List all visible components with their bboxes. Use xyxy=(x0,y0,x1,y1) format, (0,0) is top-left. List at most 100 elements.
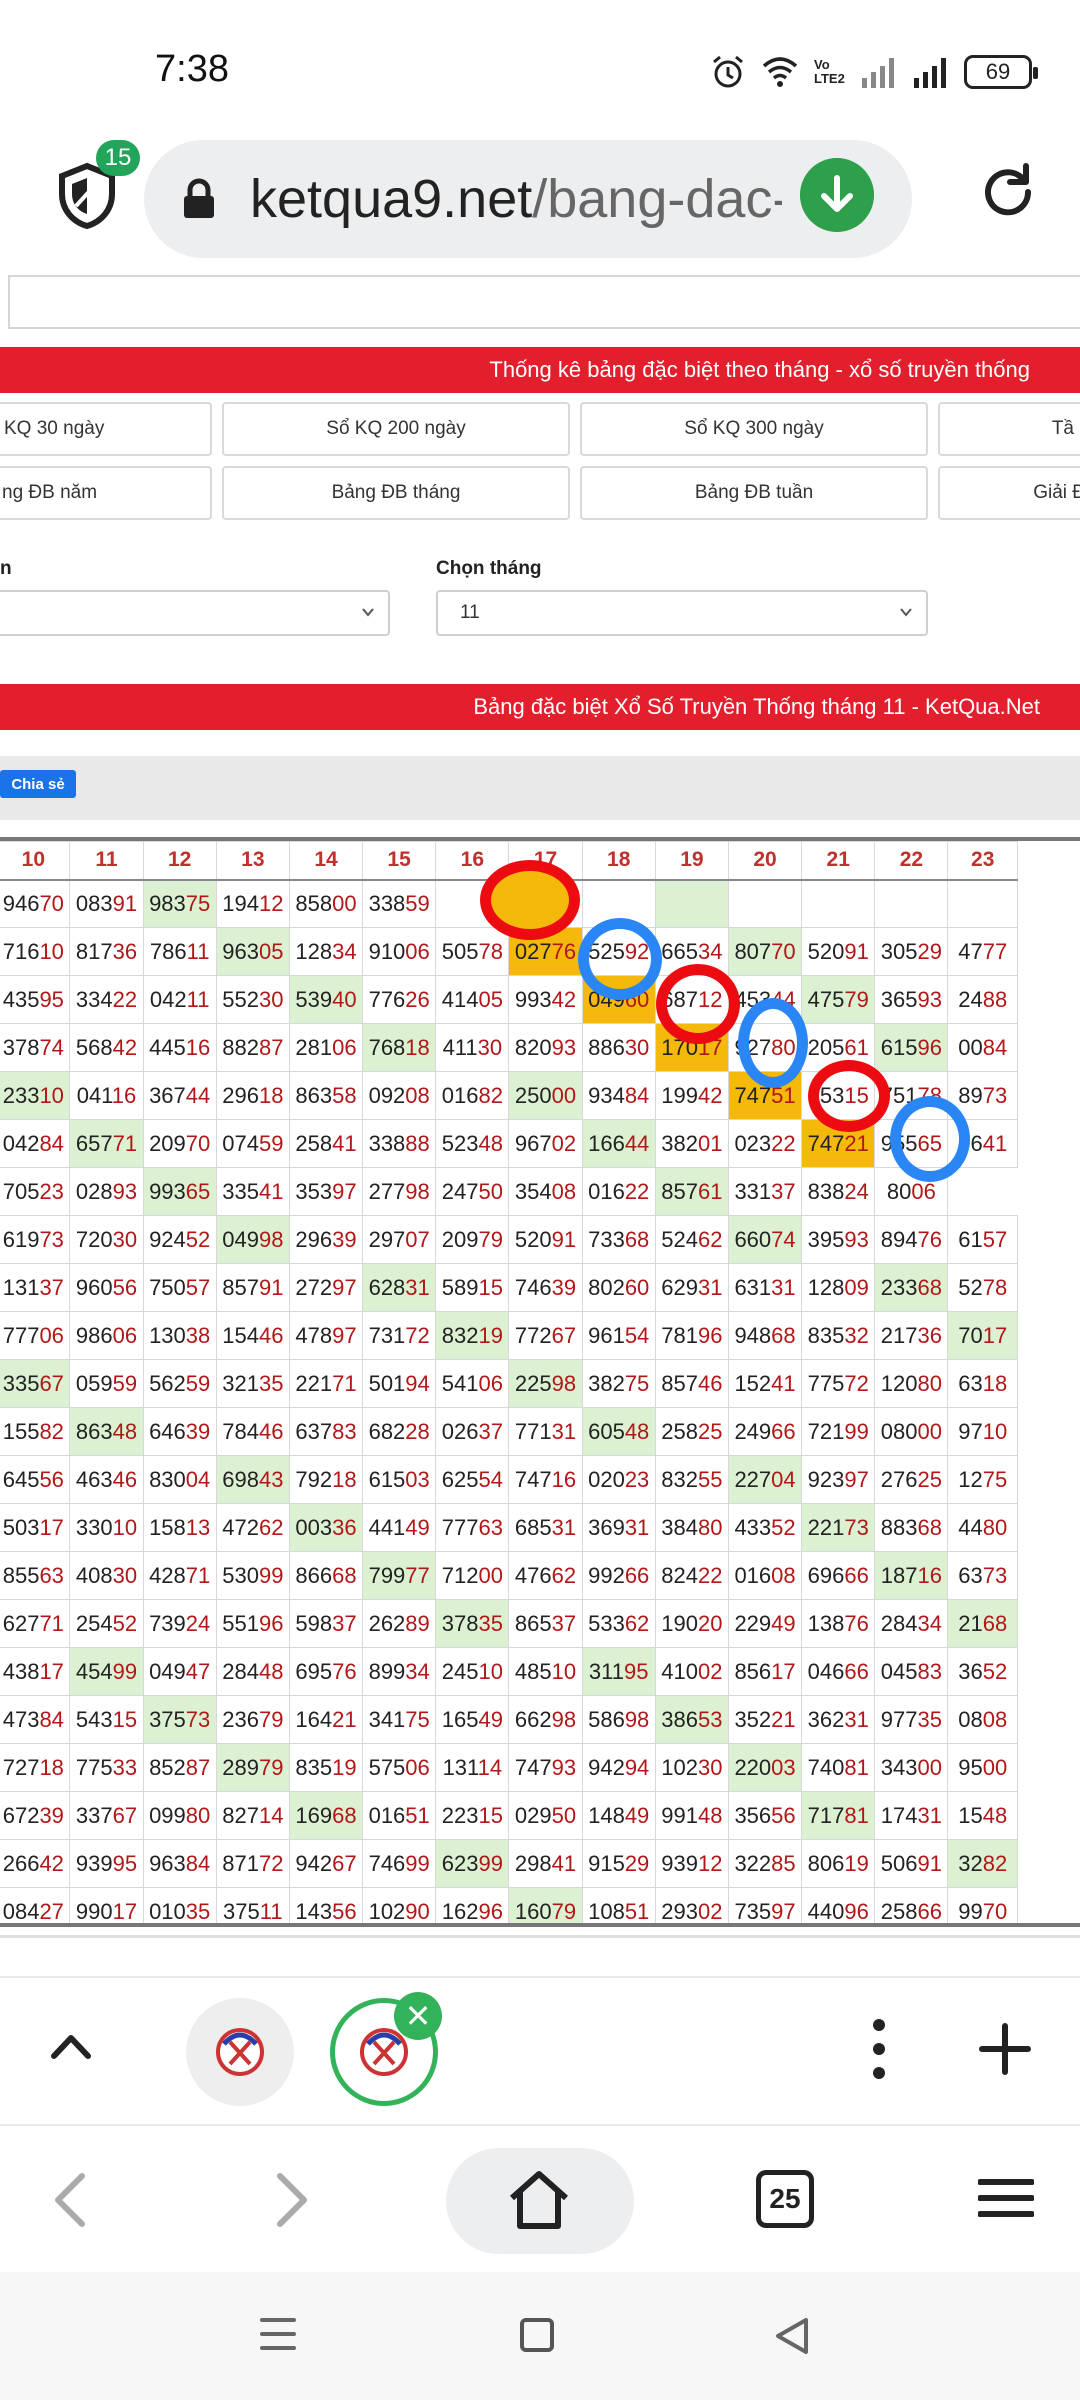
cell-head-digits: 627 xyxy=(2,1610,40,1636)
cell-head-digits: 739 xyxy=(149,1610,186,1636)
tab-thumbnail[interactable] xyxy=(186,1998,294,2106)
btn-kq-30[interactable]: KQ 30 ngày xyxy=(0,402,212,456)
table-cell: 01651 xyxy=(362,1791,437,1840)
system-back-icon[interactable] xyxy=(774,2316,810,2356)
cell-tail-digits: 70 xyxy=(185,1130,211,1156)
cell-head-digits: 428 xyxy=(149,1562,186,1588)
cell-head-digits: 209 xyxy=(149,1130,186,1156)
cell-tail-digits: 10 xyxy=(112,1514,138,1540)
table-cell: 53362 xyxy=(581,1599,656,1648)
cell-head-digits: 806 xyxy=(807,1850,845,1876)
cell-head-digits: 289 xyxy=(222,1754,259,1780)
download-icon[interactable] xyxy=(800,158,874,232)
url-text[interactable]: ketqua9.net/bang-dac-bie xyxy=(250,168,782,230)
forward-icon[interactable] xyxy=(272,2170,312,2230)
table-cell: 77267 xyxy=(508,1311,583,1360)
table-cell: 19412 xyxy=(215,879,290,928)
table-cell: 35408 xyxy=(508,1167,583,1216)
table-cell: 22003 xyxy=(727,1743,803,1792)
table-cell: 98606 xyxy=(69,1311,144,1360)
cell-tail-digits: 94 xyxy=(624,1754,650,1780)
cell-head-digits: 983 xyxy=(149,890,186,916)
cell-tail-digits: 65 xyxy=(185,1178,211,1204)
cell-head-digits: 520 xyxy=(807,938,845,964)
btn-kq-200[interactable]: Sổ KQ 200 ngày xyxy=(222,402,570,456)
close-tab-icon[interactable]: ✕ xyxy=(394,1992,442,2040)
table-cell: 94868 xyxy=(727,1311,803,1360)
btn-db-tuan[interactable]: Bảng ĐB tuần xyxy=(580,466,928,520)
btn-kq-300[interactable]: Sổ KQ 300 ngày xyxy=(580,402,928,456)
menu-icon[interactable] xyxy=(978,2178,1034,2218)
address-bar[interactable]: ketqua9.net/bang-dac-bie xyxy=(144,140,912,258)
cell-head-digits: 281 xyxy=(295,1034,333,1060)
reload-icon[interactable] xyxy=(976,160,1040,224)
table-cell: 14849 xyxy=(581,1791,656,1840)
cell-tail-digits: 73 xyxy=(982,1562,1008,1588)
cell-tail-digits: 02 xyxy=(697,1658,723,1684)
btn-tan[interactable]: Tầ xyxy=(938,402,1080,456)
cell-head-digits: 408 xyxy=(75,1562,113,1588)
cell-head-digits: 433 xyxy=(734,1514,772,1540)
table-cell: 15241 xyxy=(727,1359,803,1408)
cell-head-digits: 946 xyxy=(2,890,40,916)
chevron-up-icon[interactable] xyxy=(46,2026,96,2066)
cell-tail-digits: 72 xyxy=(405,1322,430,1348)
cell-head-digits: 352 xyxy=(734,1706,772,1732)
table-cell: 87172 xyxy=(215,1839,290,1888)
cell-head-digits: 99 xyxy=(958,1898,983,1924)
cell-head-digits: 990 xyxy=(75,1898,113,1924)
table-cell: 74699 xyxy=(362,1839,437,1888)
cell-head-digits: 249 xyxy=(734,1418,772,1444)
plus-icon[interactable] xyxy=(978,2022,1032,2076)
cell-tail-digits: 95 xyxy=(112,1850,138,1876)
table-cell: 56842 xyxy=(69,1023,144,1072)
table-cell: 14356 xyxy=(288,1887,364,1923)
table-cell: 16549 xyxy=(435,1695,510,1744)
search-input[interactable] xyxy=(8,275,1080,329)
cell-tail-digits: 87 xyxy=(258,1034,284,1060)
cell-tail-digits: 17 xyxy=(982,1322,1008,1348)
table-cell: 22315 xyxy=(435,1791,510,1840)
cell-tail-digits: 63 xyxy=(39,1562,64,1588)
table-cell: 6157 xyxy=(947,1215,1018,1264)
table-cell: 38201 xyxy=(654,1119,729,1168)
cell-tail-digits: 30 xyxy=(112,1226,138,1252)
cell-head-digits: 369 xyxy=(588,1514,625,1540)
home-button[interactable] xyxy=(446,2148,634,2254)
table-cell: 33422 xyxy=(69,975,144,1024)
table-cell: 09208 xyxy=(362,1071,437,1120)
tabs-count-button[interactable]: 25 xyxy=(756,2170,814,2228)
cell-tail-digits: 57 xyxy=(185,1274,211,1300)
year-select[interactable] xyxy=(0,590,390,636)
cell-head-digits: 190 xyxy=(661,1610,698,1636)
btn-db-thang[interactable]: Bảng ĐB tháng xyxy=(222,466,570,520)
cell-head-digits: 356 xyxy=(734,1802,772,1828)
table-cell: 89476 xyxy=(874,1215,949,1264)
cell-tail-digits: 72 xyxy=(258,1850,284,1876)
cell-tail-digits: 76 xyxy=(551,938,577,964)
btn-giai-db[interactable]: Giải Đ xyxy=(938,466,1080,520)
cell-tail-digits: 52 xyxy=(771,1514,796,1540)
cell-tail-digits: 26 xyxy=(405,986,430,1012)
cell-tail-digits: 41 xyxy=(982,1130,1008,1156)
table-cell: 38275 xyxy=(581,1359,656,1408)
cell-head-digits: 298 xyxy=(514,1850,552,1876)
back-icon[interactable] xyxy=(50,2170,90,2230)
system-home-icon[interactable] xyxy=(520,2318,554,2352)
cell-head-digits: 835 xyxy=(807,1322,845,1348)
cell-tail-digits: 35 xyxy=(917,1706,942,1732)
cell-head-digits: 016 xyxy=(734,1562,772,1588)
month-select[interactable]: 11 xyxy=(436,590,928,636)
cell-head-digits: 221 xyxy=(807,1514,845,1540)
cell-head-digits: 475 xyxy=(807,986,845,1012)
cell-head-digits: 768 xyxy=(368,1034,406,1060)
kebab-icon[interactable] xyxy=(868,2014,890,2084)
cell-head-digits: 384 xyxy=(661,1514,698,1540)
cell-tail-digits: 89 xyxy=(405,1610,430,1636)
cell-head-digits: 533 xyxy=(588,1610,625,1636)
share-button[interactable]: Chia sẻ xyxy=(0,770,76,798)
btn-db-nam[interactable]: ng ĐB năm xyxy=(0,466,212,520)
recent-apps-icon[interactable] xyxy=(260,2314,296,2354)
table-cell: 62771 xyxy=(0,1599,71,1648)
cell-tail-digits: 49 xyxy=(405,1514,430,1540)
